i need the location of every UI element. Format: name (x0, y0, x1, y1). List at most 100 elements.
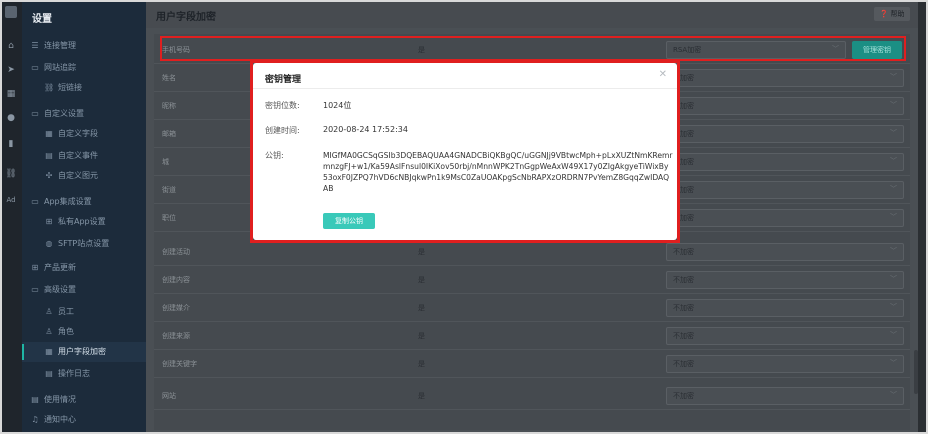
document-icon: ▤ (45, 151, 53, 160)
chevron-down-icon: ﹀ (890, 391, 897, 399)
encryption-select[interactable]: 不加密 ﹀ (666, 181, 904, 199)
sidebar-item-label: 短链接 (58, 83, 82, 92)
key-bits-value: 1024位 (323, 101, 352, 110)
created-time-value: 2020-08-24 17:52:34 (323, 125, 408, 134)
select-value: 不加密 (673, 276, 694, 284)
sidebar-item-advanced-settings[interactable]: ▭ 高级设置 (22, 280, 146, 300)
field-name: 姓名 (162, 74, 176, 82)
sidebar-item-label: 自定义设置 (44, 109, 84, 118)
sidebar-item-label: 连接管理 (44, 41, 76, 50)
sidebar-item-web-tracking[interactable]: ▭ 网站追踪 (22, 58, 146, 78)
logo-icon (5, 6, 17, 18)
sidebar-item-label: 用户字段加密 (58, 347, 106, 356)
public-key-value: MIGfMA0GCSqGSIb3DQEBAQUAA4GNADCBiQKBgQC/… (323, 151, 673, 193)
apps-icon: ⊞ (45, 217, 53, 226)
select-value: 不加密 (673, 360, 694, 368)
sidebar-item-employees[interactable]: ♙ 员工 (22, 302, 146, 322)
encryption-select[interactable]: 不加密 ﹀ (666, 125, 904, 143)
encryption-select[interactable]: 不加密 ﹀ (666, 69, 904, 87)
sidebar-item-field-encryption[interactable]: ▦ 用户字段加密 (22, 342, 146, 362)
sliders-icon: ☰ (31, 41, 39, 50)
sidebar-item-app-integration[interactable]: ▭ App集成设置 (22, 192, 146, 212)
chevron-down-icon: ﹀ (890, 303, 897, 311)
sidebar-item-usage[interactable]: ▤ 使用情况 (22, 390, 146, 410)
link-icon[interactable]: ⛓ (5, 168, 17, 180)
sidebar-item-label: 自定义图元 (58, 171, 98, 180)
chevron-down-icon: ﹀ (890, 247, 897, 255)
sidebar: 设置 ☰ 连接管理 ▭ 网站追踪 ⛓ 短链接 ▭ 自定义设置 ▦ 自定义字段 ▤ 自定义事件… (22, 0, 146, 434)
sidebar-item-label: 自定义字段 (58, 129, 98, 138)
sidebar-item-operation-log[interactable]: ▤ 操作日志 (22, 364, 146, 384)
modal-title: 密钥管理 (265, 75, 302, 85)
chevron-down-icon: ﹀ (890, 213, 897, 221)
globe-icon: ◍ (45, 239, 53, 248)
field-name: 网站 (162, 392, 176, 400)
sidebar-item-label: 员工 (58, 307, 74, 316)
field-value: 是 (418, 360, 425, 368)
encryption-select[interactable]: 不加密 ﹀ (666, 97, 904, 115)
sidebar-item-label: 角色 (58, 327, 74, 336)
sidebar-item-notifications[interactable]: ♫ 通知中心 (22, 410, 146, 430)
ad-icon[interactable]: Ad (5, 194, 17, 206)
close-icon[interactable]: ✕ (659, 69, 667, 80)
sidebar-item-connections[interactable]: ☰ 连接管理 (22, 36, 146, 56)
folder-icon: ▭ (31, 109, 39, 118)
person-icon: ♙ (45, 307, 53, 316)
grid-icon[interactable]: ▦ (5, 88, 17, 100)
field-name: 街道 (162, 186, 176, 194)
encryption-select[interactable]: 不加密 ﹀ (666, 271, 904, 289)
sidebar-item-custom-fields[interactable]: ▦ 自定义字段 (22, 124, 146, 144)
chevron-down-icon: ﹀ (890, 157, 897, 165)
field-value: 是 (418, 304, 425, 312)
field-name: 创建来源 (162, 332, 190, 340)
sidebar-title: 设置 (32, 14, 52, 25)
field-name: 创建媒介 (162, 304, 190, 312)
user-icon[interactable]: ● (5, 112, 17, 124)
link-icon: ⛓ (44, 83, 55, 92)
scrollbar[interactable] (914, 350, 918, 394)
grid-icon: ⊞ (31, 263, 39, 272)
help-button[interactable]: ❓ 帮助 (874, 7, 910, 21)
sidebar-item-sftp[interactable]: ◍ SFTP站点设置 (22, 234, 146, 254)
table-row: 创建媒介 是 不加密 ﹀ (154, 294, 910, 322)
field-value: 是 (418, 392, 425, 400)
copy-public-key-button[interactable]: 复制公钥 (323, 213, 375, 229)
sidebar-item-product-updates[interactable]: ⊞ 产品更新 (22, 258, 146, 278)
encryption-select[interactable]: 不加密 ﹀ (666, 153, 904, 171)
field-name: 邮箱 (162, 130, 176, 138)
encryption-select[interactable]: 不加密 ﹀ (666, 387, 904, 405)
sidebar-item-custom-elements[interactable]: ✣ 自定义图元 (22, 166, 146, 186)
encryption-select[interactable]: 不加密 ﹀ (666, 209, 904, 227)
select-value: 不加密 (673, 332, 694, 340)
sidebar-item-label: 自定义事件 (58, 151, 98, 160)
sidebar-item-label: 通知中心 (44, 415, 76, 424)
field-name: 昵称 (162, 102, 176, 110)
icon-rail: ⌂ ➤ ▦ ● ▮ ⛓ Ad (0, 0, 22, 434)
encryption-select[interactable]: 不加密 ﹀ (666, 243, 904, 261)
encryption-select[interactable]: 不加密 ﹀ (666, 355, 904, 373)
sidebar-item-private-app[interactable]: ⊞ 私有App设置 (22, 212, 146, 232)
send-icon[interactable]: ➤ (5, 64, 17, 76)
sidebar-item-custom-events[interactable]: ▤ 自定义事件 (22, 146, 146, 166)
home-icon[interactable]: ⌂ (5, 40, 17, 52)
encryption-select[interactable]: 不加密 ﹀ (666, 299, 904, 317)
page-title: 用户字段加密 (156, 12, 216, 23)
sidebar-item-custom-settings[interactable]: ▭ 自定义设置 (22, 104, 146, 124)
chevron-down-icon: ﹀ (890, 101, 897, 109)
chevron-down-icon: ﹀ (890, 331, 897, 339)
chevron-down-icon: ﹀ (890, 359, 897, 367)
sidebar-item-roles[interactable]: ♙ 角色 (22, 322, 146, 342)
table-row: 创建关键字 是 不加密 ﹀ (154, 350, 910, 378)
chart-icon[interactable]: ▮ (5, 138, 17, 150)
page-header: 用户字段加密 ❓ 帮助 (146, 0, 918, 28)
people-icon: ♙ (45, 327, 53, 336)
sidebar-item-label: 使用情况 (44, 395, 76, 404)
sidebar-item-short-links[interactable]: ⛓ 短链接 (22, 78, 146, 98)
help-icon: ❓ (879, 10, 889, 18)
document-icon: ▤ (31, 395, 39, 404)
field-value: 是 (418, 248, 425, 256)
table-row: 网站 是 不加密 ﹀ (154, 382, 910, 410)
folder-icon: ▭ (31, 197, 39, 206)
encryption-select[interactable]: 不加密 ﹀ (666, 327, 904, 345)
public-key-label: 公钥: (265, 151, 284, 160)
